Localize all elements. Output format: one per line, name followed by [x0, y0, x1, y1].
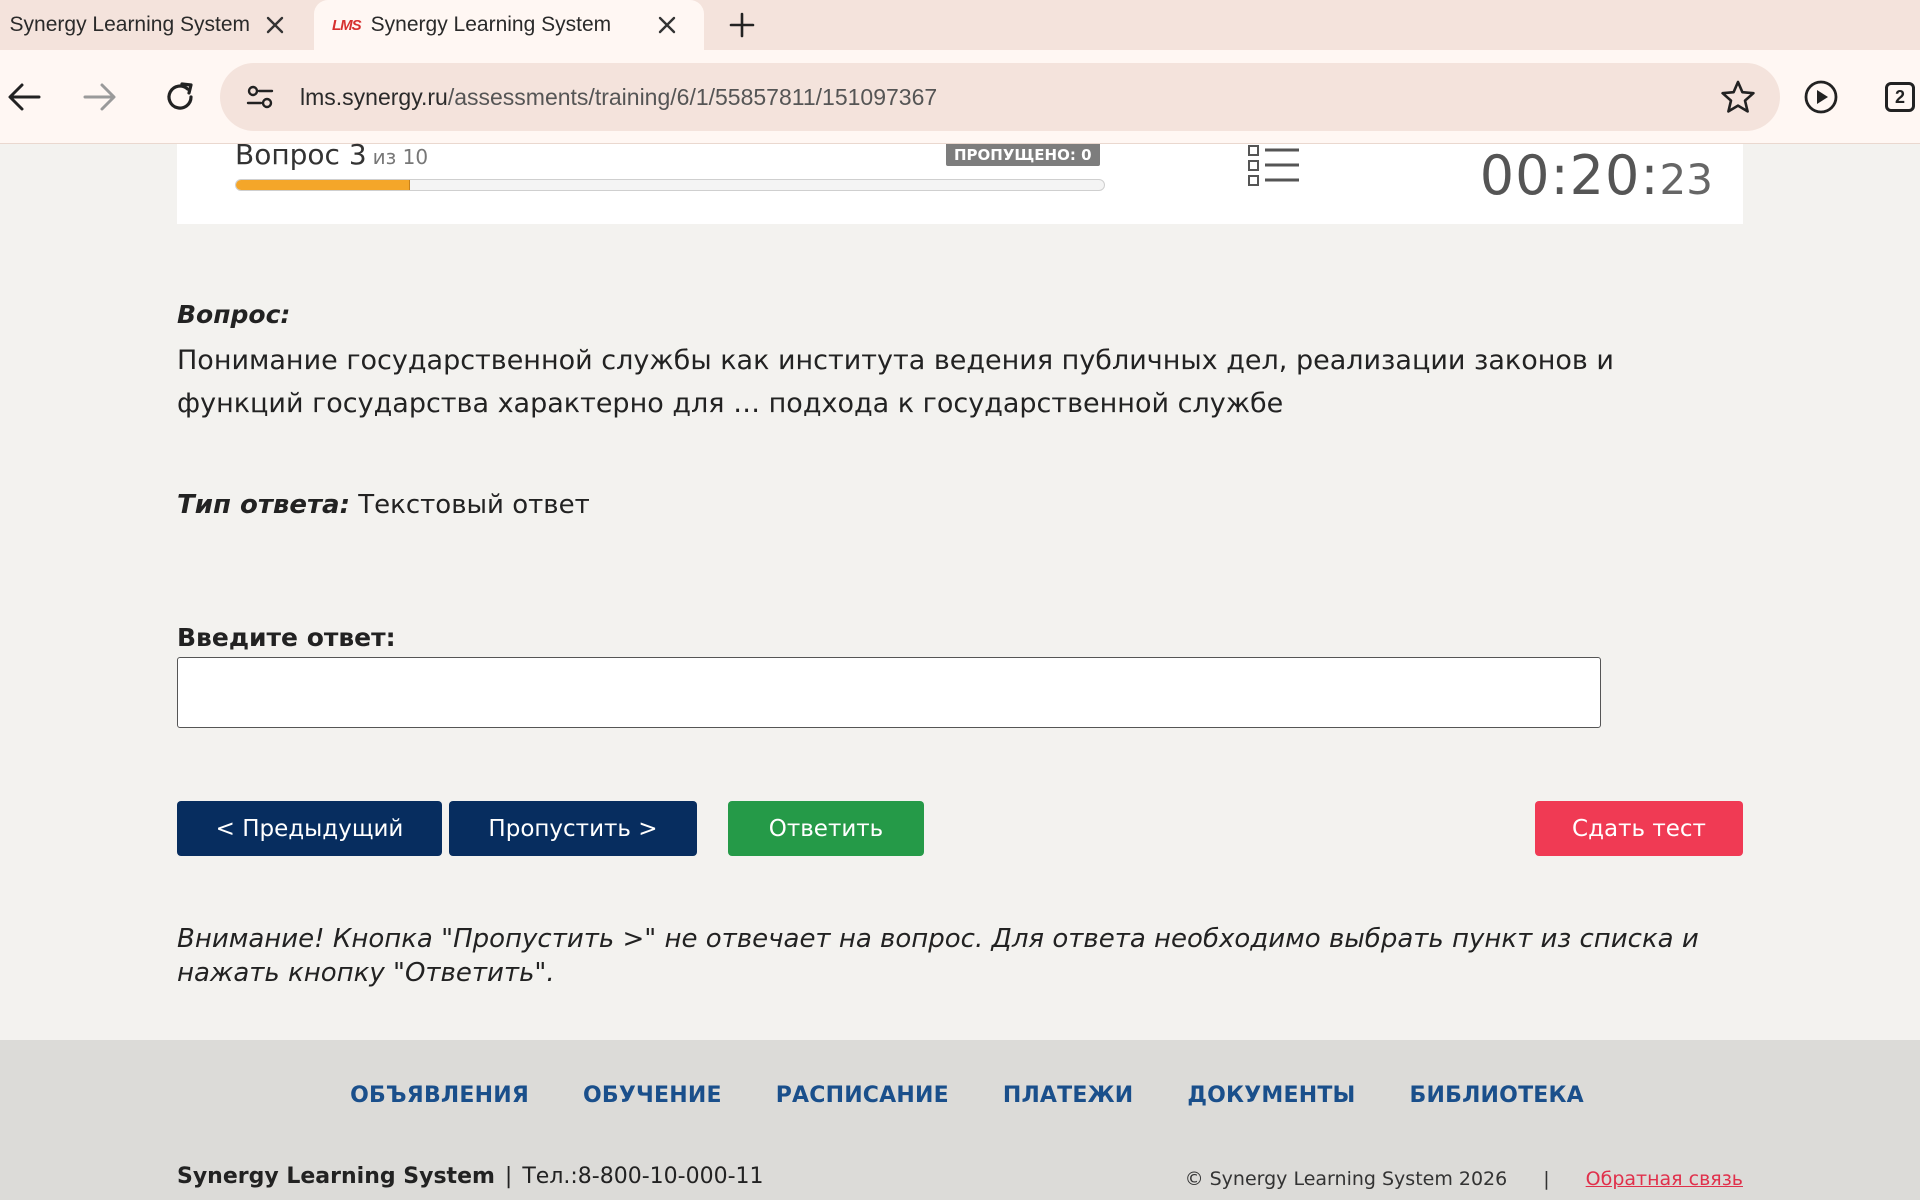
reload-icon[interactable] — [156, 50, 204, 144]
footer-link-payments[interactable]: ПЛАТЕЖИ — [1003, 1083, 1134, 1108]
progress-fill — [236, 180, 410, 190]
close-icon[interactable] — [260, 2, 290, 48]
star-icon[interactable] — [1720, 79, 1756, 115]
answer-input[interactable] — [177, 657, 1601, 728]
warning-text: Внимание! Кнопка "Пропустить >" не отвеч… — [177, 924, 1699, 988]
url-path: /assessments/training/6/1/55857811/15109… — [447, 84, 938, 110]
footer-link-schedule[interactable]: РАСПИСАНИЕ — [776, 1083, 949, 1108]
question-list-icon[interactable] — [1245, 144, 1301, 188]
site-settings-icon[interactable] — [244, 81, 276, 113]
feedback-link[interactable]: Обратная связь — [1586, 1168, 1743, 1190]
answer-button[interactable]: Ответить — [728, 801, 924, 856]
footer-separator: | — [504, 1164, 513, 1189]
tab-count: 2 — [1885, 82, 1915, 112]
close-icon[interactable] — [652, 2, 682, 48]
lms-favicon-icon: LMS — [332, 16, 362, 34]
answer-type: Тип ответа: Текстовый ответ — [177, 490, 590, 520]
forward-icon[interactable] — [76, 50, 124, 144]
previous-button[interactable]: < Предыдущий — [177, 801, 442, 856]
timer-seconds: 23 — [1659, 155, 1713, 204]
browser-toolbar: lms.synergy.ru/assessments/training/6/1/… — [0, 50, 1920, 144]
answer-type-label: Тип ответа: — [177, 490, 350, 520]
question-number: Вопрос 3 — [235, 138, 367, 171]
footer-nav: ОБЪЯВЛЕНИЯ ОБУЧЕНИЕ РАСПИСАНИЕ ПЛАТЕЖИ Д… — [0, 1083, 1920, 1108]
test-header: Вопрос 3 из 10 ПРОПУЩЕНО: 0 00:20:23 — [177, 138, 1743, 224]
footer-link-documents[interactable]: ДОКУМЕНТЫ — [1187, 1083, 1355, 1108]
skip-button[interactable]: Пропустить > — [449, 801, 697, 856]
skipped-badge: ПРОПУЩЕНО: 0 — [946, 144, 1100, 166]
back-icon[interactable] — [0, 50, 48, 144]
tab-title: Synergy Learning System — [370, 13, 612, 36]
footer-link-study[interactable]: ОБУЧЕНИЕ — [583, 1083, 722, 1108]
footer-legal: © Synergy Learning System 2026 | Обратная … — [1185, 1168, 1743, 1190]
browser-tab-inactive[interactable]: Synergy Learning System — [0, 0, 312, 50]
tab-title: Synergy Learning System — [9, 13, 250, 36]
question-counter: Вопрос 3 из 10 — [235, 138, 428, 171]
timer-main: 00:20: — [1479, 144, 1660, 207]
footer-copyright: © Synergy Learning System 2026 — [1184, 1168, 1508, 1190]
footer: ОБЪЯВЛЕНИЯ ОБУЧЕНИЕ РАСПИСАНИЕ ПЛАТЕЖИ Д… — [0, 1040, 1920, 1200]
answer-label: Введите ответ: — [177, 623, 396, 652]
submit-test-button[interactable]: Сдать тест — [1535, 801, 1743, 856]
progress-bar — [235, 179, 1105, 191]
browser-tab-bar: Synergy Learning System LMS Synergy Lear… — [0, 0, 1920, 50]
footer-link-announcements[interactable]: ОБЪЯВЛЕНИЯ — [350, 1083, 529, 1108]
question-title: Вопрос: — [177, 300, 291, 329]
footer-separator: | — [1543, 1168, 1550, 1190]
question-content: Вопрос: Понимание государственной службы… — [177, 300, 1747, 988]
plus-icon[interactable] — [722, 0, 762, 50]
question-total: из 10 — [372, 145, 429, 169]
timer: 00:20:23 — [1480, 144, 1713, 224]
question-text: Понимание государственной службы как инс… — [177, 345, 1614, 419]
media-play-icon[interactable] — [1800, 76, 1842, 118]
footer-contacts: Synergy Learning System | Тел.:8-800-10-00… — [177, 1164, 764, 1189]
tab-count-icon[interactable]: 2 — [1879, 76, 1920, 118]
browser-tab-active[interactable]: LMS Synergy Learning System — [314, 0, 704, 50]
footer-link-library[interactable]: БИБЛИОТЕКА — [1410, 1083, 1584, 1108]
address-bar[interactable]: lms.synergy.ru/assessments/training/6/1/… — [220, 63, 1780, 131]
footer-brand: Synergy Learning System — [177, 1164, 495, 1189]
footer-phone: Тел.:8-800-10-000-11 — [522, 1164, 764, 1189]
url-host: lms.synergy.ru — [300, 84, 448, 110]
answer-type-value: Текстовый ответ — [358, 490, 590, 520]
url-text[interactable]: lms.synergy.ru/assessments/training/6/1/… — [300, 63, 937, 131]
